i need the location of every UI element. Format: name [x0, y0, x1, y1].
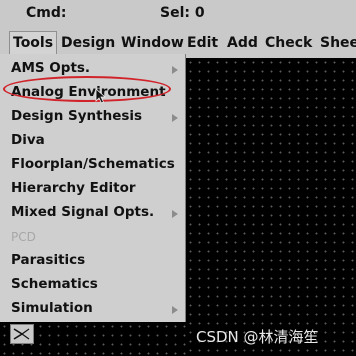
- draw-tool-icon[interactable]: [10, 324, 34, 344]
- submenu-arrow-icon: [172, 306, 178, 314]
- menu-add[interactable]: Add: [227, 35, 258, 51]
- menu-item-hierarchy-editor[interactable]: Hierarchy Editor: [11, 180, 136, 196]
- menu-tools[interactable]: Tools: [9, 31, 58, 55]
- menu-item-design-synthesis[interactable]: Design Synthesis: [11, 108, 142, 124]
- menu-edit[interactable]: Edit: [187, 35, 218, 51]
- submenu-arrow-icon: [172, 210, 178, 218]
- menu-item-floorplan-schematics[interactable]: Floorplan/Schematics: [11, 156, 175, 172]
- watermark-text: CSDN @林清海笙: [196, 328, 319, 346]
- menu-item-simulation[interactable]: Simulation: [11, 300, 93, 316]
- selection-count: Sel: 0: [160, 5, 205, 21]
- menu-item-diva[interactable]: Diva: [11, 132, 45, 148]
- highlight-annotation-ring: [3, 76, 171, 102]
- menu-sheet[interactable]: Shee: [320, 35, 356, 51]
- menu-window[interactable]: Window: [121, 35, 184, 51]
- submenu-arrow-icon: [172, 66, 178, 74]
- menu-item-parasitics[interactable]: Parasitics: [11, 252, 85, 268]
- schematic-canvas[interactable]: [186, 58, 356, 356]
- menu-item-ams-opts[interactable]: AMS Opts.: [11, 60, 90, 76]
- menu-item-mixed-signal-opts[interactable]: Mixed Signal Opts.: [11, 204, 154, 220]
- menu-check[interactable]: Check: [265, 35, 312, 51]
- submenu-arrow-icon: [172, 114, 178, 122]
- status-bar: Cmd: Sel: 0: [0, 0, 356, 28]
- menu-design[interactable]: Design: [61, 35, 115, 51]
- menu-item-schematics[interactable]: Schematics: [11, 276, 98, 292]
- mouse-pointer-icon: [95, 88, 107, 104]
- menu-item-pcd: PCD: [11, 230, 36, 244]
- cmd-label: Cmd:: [26, 5, 67, 21]
